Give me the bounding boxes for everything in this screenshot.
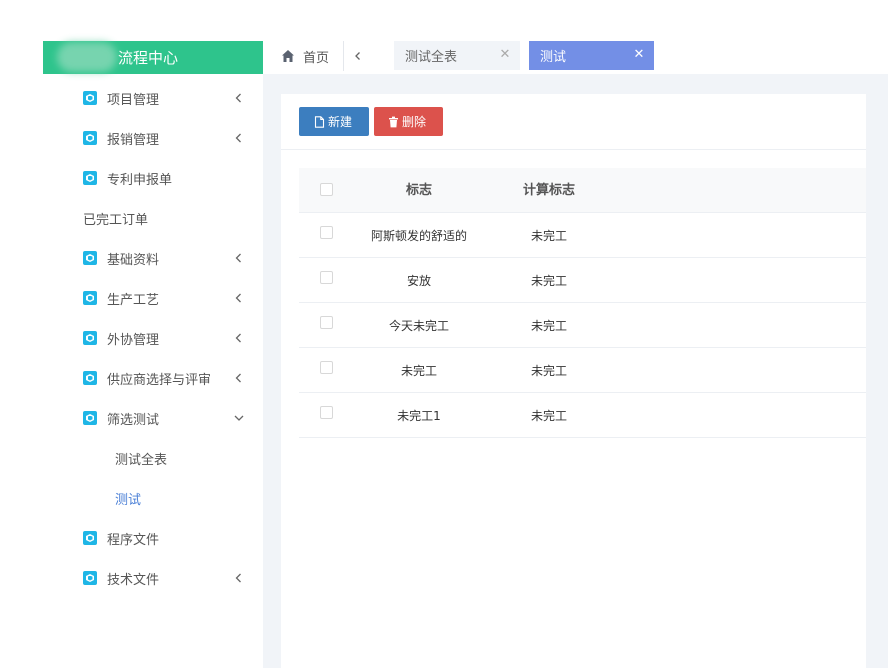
new-button[interactable]: 新建 [299,107,369,136]
sidebar-item-label: 生产工艺 [107,292,160,308]
table-body: 阿斯顿发的舒适的 未完工 安放 未完工 今天未完工 未完工 未完工 未完工 未完工1 未完工 [299,213,866,438]
sidebar-item[interactable]: 已完工订单 [43,198,263,238]
tab-test[interactable]: 测试 ✕ [529,41,654,70]
sidebar-item-label: 测试 [115,492,142,508]
column-header[interactable]: 计算标志 [489,168,609,213]
table-cell: 未完工 [530,364,567,378]
table-cell: 未完工1 [397,409,441,423]
sidebar-subitem[interactable]: 测试 [43,478,263,518]
table-row[interactable]: 阿斯顿发的舒适的 未完工 [299,213,866,258]
close-icon[interactable]: ✕ [632,48,646,62]
delete-button-label: 删除 [402,115,427,129]
new-button-label: 新建 [328,115,353,129]
chevron-down-icon [233,412,245,424]
table-row[interactable]: 未完工 未完工 [299,348,866,393]
sidebar-item[interactable]: 专利申报单 [43,158,263,198]
sidebar-item-label: 供应商选择与评审 [107,372,212,388]
sidebar-item[interactable]: 生产工艺 [43,278,263,318]
table-cell: 阿斯顿发的舒适的 [370,229,467,243]
trash-icon [389,116,398,127]
chevron-left-icon [354,52,360,60]
cube-icon [83,371,97,385]
sidebar-item-label: 技术文件 [107,572,160,588]
sidebar-title: 流程中心 [118,49,179,67]
sidebar-item-label: 程序文件 [107,532,160,548]
chevron-left-icon [233,292,245,304]
tab-test-full-table[interactable]: 测试全表 ✕ [394,41,520,70]
table-cell: 未完工 [530,229,567,243]
sidebar-item[interactable]: 技术文件 [43,558,263,598]
chevron-left-icon [233,92,245,104]
row-checkbox[interactable] [320,226,333,239]
delete-button[interactable]: 删除 [374,107,443,136]
tabs-scroll-left-button[interactable] [343,41,371,71]
chevron-left-icon [233,372,245,384]
table-cell: 未完工 [530,409,567,423]
data-table: 标志 计算标志 阿斯顿发的舒适的 未完工 安放 未完工 今天未完工 未完工 未完工 未完工 未完… [299,168,866,438]
sidebar-item[interactable]: 基础资料 [43,238,263,278]
cube-icon [83,131,97,145]
table-cell: 未完工 [400,364,437,378]
table-cell: 安放 [406,274,431,288]
cube-icon [83,531,97,545]
sidebar-item[interactable]: 外协管理 [43,318,263,358]
tab-label: 测试 [540,50,567,65]
cube-icon [83,291,97,305]
sidebar-item-label: 专利申报单 [107,172,173,188]
main-panel: 新建 删除 标志 计算标志 阿斯顿发的舒适的 未完工 安放 未完工 今天未完工 未完工 未完… [281,94,866,668]
toolbar: 新建 删除 [281,94,866,150]
row-checkbox[interactable] [320,406,333,419]
cube-icon [83,171,97,185]
sidebar-item-label: 已完工订单 [83,212,149,228]
sidebar-item[interactable]: 程序文件 [43,518,263,558]
sidebar-item[interactable]: 筛选测试 [43,398,263,438]
chevron-left-icon [233,572,245,584]
cube-icon [83,251,97,265]
close-icon[interactable]: ✕ [498,48,512,62]
sidebar-menu: 项目管理报销管理专利申报单已完工订单基础资料生产工艺外协管理供应商选择与评审 筛选… [43,78,263,598]
home-icon [282,50,294,62]
file-icon [314,115,325,128]
table-cell: 未完工 [530,274,567,288]
cube-icon [83,411,97,425]
cube-icon [83,571,97,585]
sidebar-item-label: 项目管理 [107,92,160,108]
select-all-checkbox[interactable] [320,183,333,196]
tab-label: 测试全表 [405,50,458,65]
tab-home[interactable]: 首页 [263,41,343,71]
sidebar-logo[interactable]: 流程中心 [43,41,263,74]
app-root: 流程中心 项目管理报销管理专利申报单已完工订单基础资料生产工艺外协管理供应商选择… [0,0,888,668]
row-checkbox[interactable] [320,361,333,374]
sidebar-item-label: 基础资料 [107,252,160,268]
table-row[interactable]: 未完工1 未完工 [299,393,866,438]
sidebar-item-label: 报销管理 [107,132,160,148]
table-row[interactable]: 今天未完工 未完工 [299,303,866,348]
tabs-bar: 首页 测试全表 ✕ 测试 ✕ [263,41,888,74]
chevron-left-icon [233,132,245,144]
tab-home-label: 首页 [303,50,330,66]
table-cell: 今天未完工 [388,319,449,333]
row-checkbox[interactable] [320,316,333,329]
cube-icon [83,331,97,345]
sidebar: 流程中心 项目管理报销管理专利申报单已完工订单基础资料生产工艺外协管理供应商选择… [43,41,263,668]
sidebar-subitem[interactable]: 测试全表 [43,438,263,478]
table-cell: 未完工 [530,319,567,333]
table-header: 标志 计算标志 [299,168,866,213]
sidebar-item[interactable]: 报销管理 [43,118,263,158]
sidebar-item-label: 外协管理 [107,332,160,348]
sidebar-item[interactable]: 项目管理 [43,78,263,118]
table-row[interactable]: 安放 未完工 [299,258,866,303]
chevron-left-icon [233,252,245,264]
cube-icon [83,91,97,105]
row-checkbox[interactable] [320,271,333,284]
sidebar-item-label: 筛选测试 [107,412,160,428]
column-header[interactable]: 标志 [359,168,479,213]
sidebar-item-label: 测试全表 [115,452,168,468]
chevron-left-icon [233,332,245,344]
sidebar-item[interactable]: 供应商选择与评审 [43,358,263,398]
blurred-logo-image [57,42,117,72]
